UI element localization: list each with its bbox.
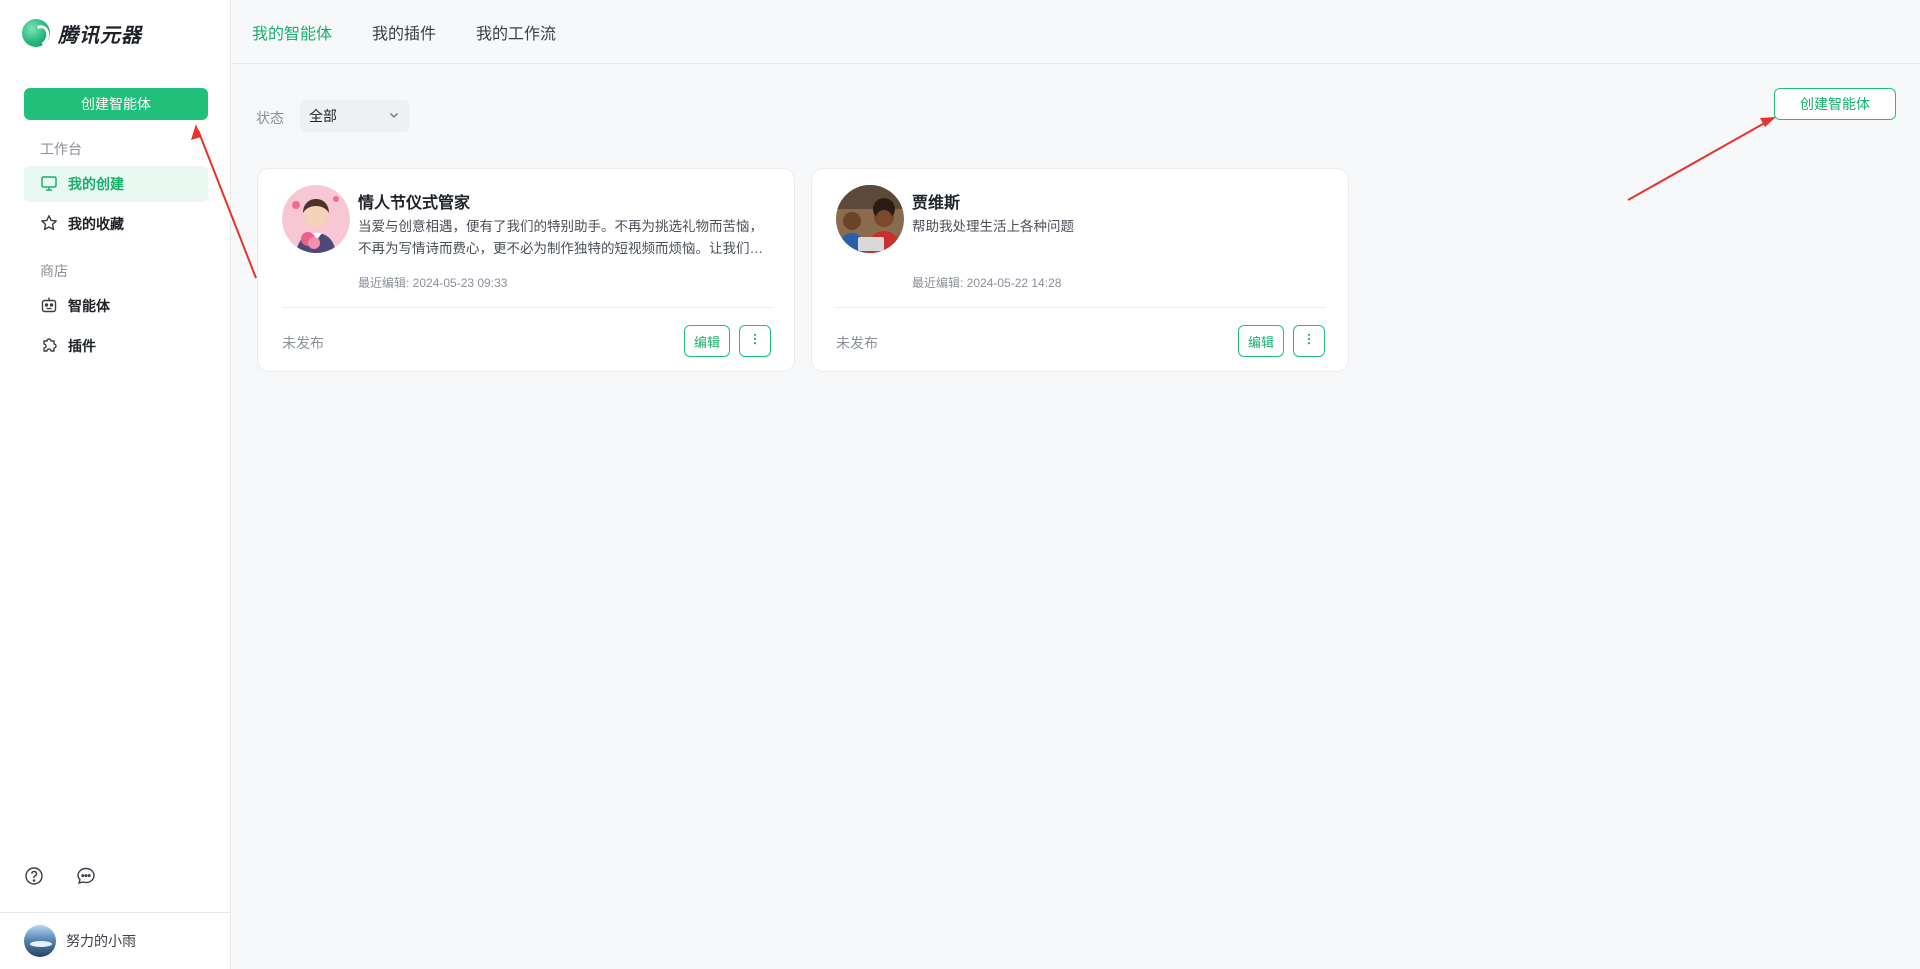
agent-last-edited: 最近编辑: 2024-05-23 09:33 bbox=[358, 276, 508, 290]
agent-name: 贾维斯 bbox=[912, 195, 961, 212]
more-vertical-icon bbox=[1302, 332, 1316, 351]
sidebar-item-label: 我的创建 bbox=[68, 176, 124, 192]
utility-icons bbox=[24, 866, 96, 886]
brand-logo[interactable]: 腾讯元器 bbox=[22, 18, 142, 48]
edit-button[interactable]: 编辑 bbox=[1238, 325, 1284, 357]
agent-avatar bbox=[836, 185, 904, 253]
avatar bbox=[24, 925, 56, 957]
tab-my-workflows[interactable]: 我的工作流 bbox=[476, 20, 556, 44]
user-name: 努力的小雨 bbox=[66, 933, 136, 949]
brand-logo-icon bbox=[22, 19, 50, 47]
top-nav: 我的智能体 我的插件 我的工作流 bbox=[231, 0, 1920, 64]
more-options-button[interactable] bbox=[1293, 325, 1325, 357]
user-profile[interactable]: 努力的小雨 bbox=[0, 912, 231, 969]
status-badge: 未发布 bbox=[836, 335, 878, 351]
agent-avatar bbox=[282, 185, 350, 253]
edit-button[interactable]: 编辑 bbox=[684, 325, 730, 357]
tab-my-agents[interactable]: 我的智能体 bbox=[252, 20, 332, 44]
sidebar: 腾讯元器 创建智能体 工作台 我的创建 我的收藏 商店 智能体 插件 努力的小雨 bbox=[0, 0, 231, 969]
chevron-down-icon bbox=[388, 108, 400, 124]
more-vertical-icon bbox=[748, 332, 762, 351]
sidebar-create-agent-button[interactable]: 创建智能体 bbox=[24, 88, 208, 120]
card-divider bbox=[282, 307, 772, 308]
create-agent-button[interactable]: 创建智能体 bbox=[1774, 88, 1896, 120]
sidebar-item-label: 智能体 bbox=[68, 298, 110, 314]
help-circle-icon[interactable] bbox=[24, 866, 44, 886]
status-filter-label: 状态 bbox=[256, 110, 284, 126]
chat-bubble-icon[interactable] bbox=[76, 866, 96, 886]
annotation-arrows bbox=[191, 117, 1776, 279]
agent-card[interactable]: 贾维斯 帮助我处理生活上各种问题 最近编辑: 2024-05-22 14:28 … bbox=[811, 168, 1349, 372]
section-label-store: 商店 bbox=[40, 263, 68, 279]
sidebar-item-agents[interactable]: 智能体 bbox=[24, 288, 208, 324]
robot-icon bbox=[40, 296, 58, 317]
more-options-button[interactable] bbox=[739, 325, 771, 357]
agent-description: 当爱与创意相遇，便有了我们的特别助手。不再为挑选礼物而苦恼，不再为写情诗而费心，… bbox=[358, 219, 763, 256]
section-label-workbench: 工作台 bbox=[40, 141, 82, 157]
agent-last-edited: 最近编辑: 2024-05-22 14:28 bbox=[912, 276, 1062, 290]
card-divider bbox=[836, 307, 1326, 308]
tab-my-plugins[interactable]: 我的插件 bbox=[372, 20, 436, 44]
annotation-arrow-right bbox=[1627, 117, 1776, 201]
status-filter-select[interactable]: 全部 bbox=[300, 100, 410, 132]
brand-name: 腾讯元器 bbox=[58, 24, 142, 47]
sidebar-item-label: 我的收藏 bbox=[68, 216, 124, 232]
agent-description: 帮助我处理生活上各种问题 bbox=[912, 219, 1074, 234]
status-badge: 未发布 bbox=[282, 335, 324, 351]
status-filter-value: 全部 bbox=[309, 108, 337, 124]
agent-card[interactable]: 情人节仪式管家 当爱与创意相遇，便有了我们的特别助手。不再为挑选礼物而苦恼，不再… bbox=[257, 168, 795, 372]
monitor-icon bbox=[40, 174, 58, 195]
sidebar-item-my-creations[interactable]: 我的创建 bbox=[24, 166, 208, 202]
star-icon bbox=[40, 214, 58, 235]
agent-name: 情人节仪式管家 bbox=[358, 195, 471, 212]
puzzle-icon bbox=[40, 336, 58, 357]
sidebar-item-plugins[interactable]: 插件 bbox=[24, 328, 208, 364]
sidebar-item-my-favorites[interactable]: 我的收藏 bbox=[24, 206, 208, 242]
sidebar-item-label: 插件 bbox=[68, 338, 96, 354]
